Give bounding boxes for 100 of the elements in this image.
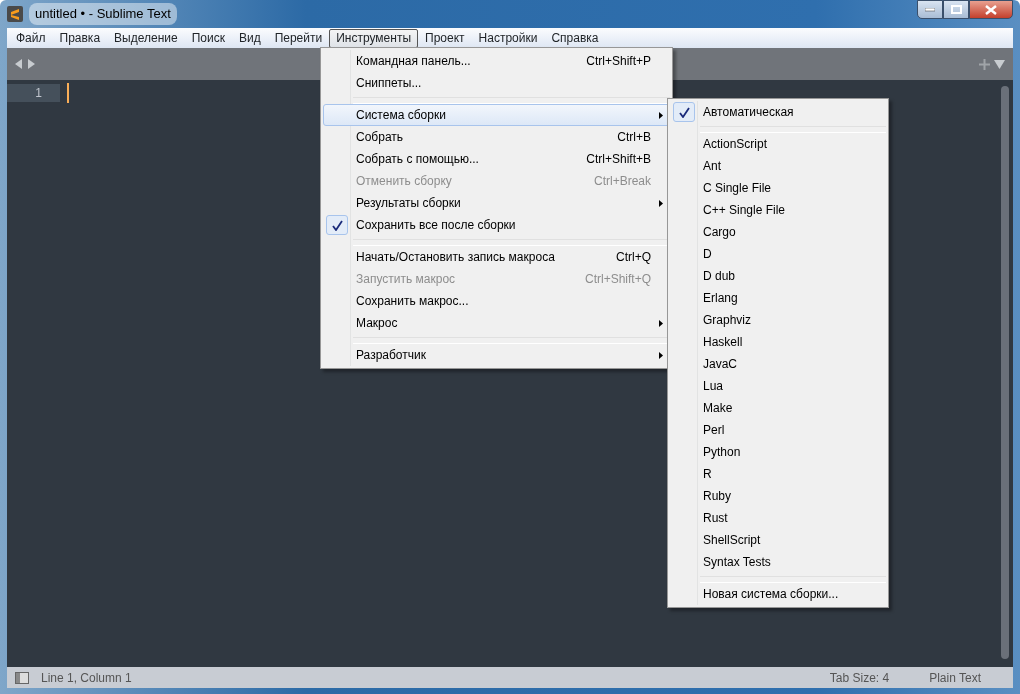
menu-item[interactable]: D	[670, 243, 886, 265]
menu-item-label: Новая система сборки...	[703, 586, 839, 603]
menu-item-label: Макрос	[356, 315, 398, 332]
dropdown-triangle-icon[interactable]	[994, 59, 1005, 69]
menu-item[interactable]: Graphviz	[670, 309, 886, 331]
menu-item-label: Собрать	[356, 129, 404, 146]
menu-item[interactable]: Rust	[670, 507, 886, 529]
menu-item[interactable]: Haskell	[670, 331, 886, 353]
line-number: 1	[7, 84, 60, 102]
menu-item-label: D dub	[703, 268, 736, 285]
menu-item-label: Сниппеты...	[356, 75, 422, 92]
menu-item-label: Разработчик	[356, 347, 426, 364]
submenu-arrow-icon	[659, 320, 663, 327]
close-button[interactable]	[969, 0, 1013, 19]
panel-toggle-icon[interactable]	[15, 671, 29, 684]
window-title: untitled • - Sublime Text	[29, 3, 177, 25]
menu-item[interactable]: Сохранить все после сборки	[323, 214, 670, 236]
menu-item[interactable]: Инструменты	[329, 28, 419, 48]
menu-item-label: Сохранить макрос...	[356, 293, 469, 310]
menu-item[interactable]: ActionScript	[670, 133, 886, 155]
cursor-position[interactable]: Line 1, Column 1	[41, 668, 132, 687]
menu-item[interactable]: Erlang	[670, 287, 886, 309]
menu-item[interactable]: Командная панель... Ctrl+Shift+P	[323, 50, 670, 72]
menu-item-label: ShellScript	[703, 532, 761, 549]
menu-item[interactable]: Make	[670, 397, 886, 419]
tab-size[interactable]: Tab Size: 4	[829, 668, 890, 687]
menu-item-label: Ant	[703, 158, 721, 175]
menu-item[interactable]: JavaC	[670, 353, 886, 375]
close-icon	[985, 4, 997, 15]
menu-item[interactable]: Python	[670, 441, 886, 463]
menu-item[interactable]: Выделение	[107, 28, 185, 48]
menu-item-label: Lua	[703, 378, 724, 395]
shortcut-label: Ctrl+Q	[616, 249, 651, 266]
menu-item[interactable]: C++ Single File	[670, 199, 886, 221]
menu-item-label: Начать/Остановить запись макроса	[356, 249, 555, 266]
menu-item[interactable]: Новая система сборки...	[670, 583, 886, 605]
menu-item-label: Автоматическая	[703, 104, 794, 121]
submenu-arrow-icon	[659, 200, 663, 207]
menu-item[interactable]: R	[670, 463, 886, 485]
plus-icon[interactable]	[979, 58, 990, 70]
menu-item-label: Haskell	[703, 334, 743, 351]
right-arrow-icon[interactable]	[27, 59, 35, 69]
menu-item[interactable]: Вид	[231, 28, 268, 48]
app-logo-icon	[7, 6, 23, 22]
maximize-button[interactable]	[943, 0, 969, 19]
menu-item[interactable]: ShellScript	[670, 529, 886, 551]
shortcut-label: Ctrl+Break	[593, 173, 651, 190]
menu-item[interactable]: C Single File	[670, 177, 886, 199]
menu-item[interactable]: Правка	[52, 28, 108, 48]
menu-item-label: Make	[703, 400, 733, 417]
minimize-icon	[925, 7, 935, 12]
left-arrow-icon[interactable]	[15, 59, 23, 69]
menu-item-label: Запустить макрос	[356, 271, 456, 288]
menu-item-label: Результаты сборки	[356, 195, 461, 212]
menu-item[interactable]: Начать/Остановить запись макроса Ctrl+Q	[323, 246, 670, 268]
menu-item-label: Cargo	[703, 224, 736, 241]
menu-item-label: C Single File	[703, 180, 772, 197]
menu-item[interactable]: Собрать с помощью... Ctrl+Shift+B	[323, 148, 670, 170]
menu-item[interactable]: Настройки	[471, 28, 545, 48]
menu-item[interactable]: Ant	[670, 155, 886, 177]
menu-item[interactable]: Результаты сборки	[323, 192, 670, 214]
menu-item[interactable]: Проект	[418, 28, 472, 48]
checkmark-icon	[678, 106, 690, 118]
menu-item-label: Командная панель...	[356, 53, 471, 70]
menu-item[interactable]: Perl	[670, 419, 886, 441]
shortcut-label: Ctrl+Shift+B	[586, 151, 651, 168]
menu-item[interactable]: Syntax Tests	[670, 551, 886, 573]
menu-item[interactable]: Cargo	[670, 221, 886, 243]
menu-item-label: D	[703, 246, 712, 263]
submenu-arrow-icon	[659, 112, 663, 119]
shortcut-label: Ctrl+Shift+Q	[584, 271, 651, 288]
menu-item[interactable]: Система сборки	[323, 104, 670, 126]
menu-item[interactable]: Сохранить макрос...	[323, 290, 670, 312]
menu-item-label: ActionScript	[703, 136, 768, 153]
menu-item[interactable]: Сниппеты...	[323, 72, 670, 94]
minimize-button[interactable]	[917, 0, 943, 19]
menu-item[interactable]: Перейти	[267, 28, 330, 48]
menu-item-label: Ruby	[703, 488, 731, 505]
text-cursor	[67, 83, 69, 103]
menu-item[interactable]: Ruby	[670, 485, 886, 507]
maximize-icon	[950, 5, 962, 14]
menu-item-label: Сохранить все после сборки	[356, 217, 516, 234]
submenu-arrow-icon	[659, 352, 663, 359]
menu-item-label: Система сборки	[356, 107, 446, 124]
menu-item[interactable]: D dub	[670, 265, 886, 287]
menu-item[interactable]: Собрать Ctrl+B	[323, 126, 670, 148]
shortcut-label: Ctrl+B	[617, 129, 651, 146]
menu-item-label: Отменить сборку	[356, 173, 452, 190]
menu-item-label: Собрать с помощью...	[356, 151, 479, 168]
menu-item-label: Perl	[703, 422, 725, 439]
menu-item[interactable]: Разработчик	[323, 344, 670, 366]
menu-item[interactable]: Файл	[9, 28, 53, 48]
syntax-mode[interactable]: Plain Text	[929, 668, 981, 687]
menu-item[interactable]: Поиск	[184, 28, 232, 48]
menu-item[interactable]: Lua	[670, 375, 886, 397]
menu-item[interactable]: Макрос	[323, 312, 670, 334]
menu-item[interactable]: Справка	[544, 28, 606, 48]
menu-item-label: Graphviz	[703, 312, 752, 329]
scrollbar[interactable]	[1001, 86, 1009, 659]
menu-item[interactable]: Автоматическая	[670, 101, 886, 123]
